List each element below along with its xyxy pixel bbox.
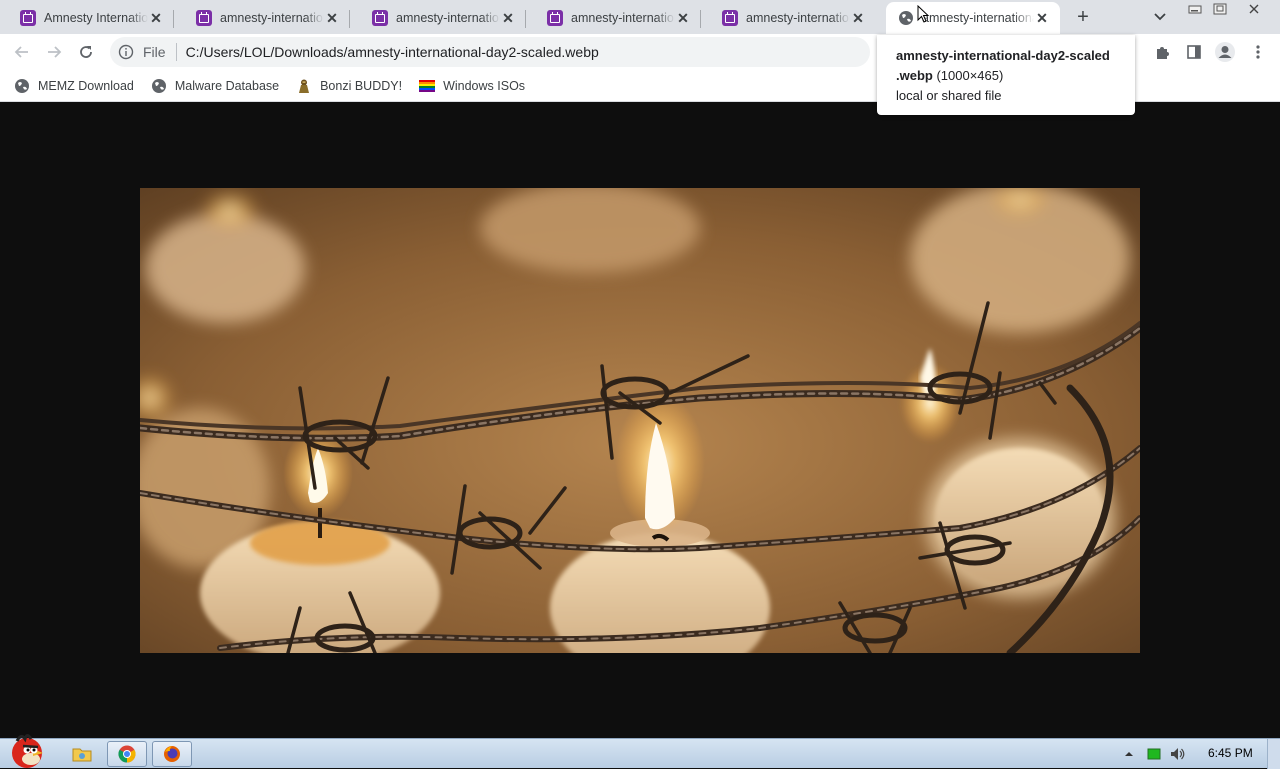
tab-close-icon[interactable]: ✕ bbox=[148, 10, 164, 26]
start-button[interactable] bbox=[2, 731, 50, 769]
calendar-favicon-icon bbox=[20, 10, 36, 26]
bookmark-bonzi-buddy[interactable]: Bonzi BUDDY! bbox=[296, 78, 402, 94]
mouse-cursor-icon bbox=[917, 5, 929, 23]
bookmark-memz-download[interactable]: MEMZ Download bbox=[14, 78, 134, 94]
bookmark-label: MEMZ Download bbox=[38, 78, 134, 93]
globe-favicon-icon bbox=[899, 11, 913, 25]
more-vertical-icon bbox=[1256, 45, 1260, 59]
tab-close-icon[interactable]: ✕ bbox=[500, 10, 516, 26]
tab-close-icon[interactable]: ✕ bbox=[324, 10, 340, 26]
tab-close-icon[interactable]: ✕ bbox=[675, 10, 691, 26]
forward-arrow-icon bbox=[48, 46, 62, 58]
taskbar-clock[interactable]: 6:45 PM bbox=[1208, 746, 1253, 760]
bookmark-label: Windows ISOs bbox=[443, 78, 526, 93]
tab-3[interactable]: amnesty-international ✕ bbox=[352, 2, 526, 34]
url-text[interactable]: C:/Users/LOL/Downloads/amnesty-internati… bbox=[186, 44, 599, 60]
bookmark-label: Malware Database bbox=[174, 78, 280, 93]
tab-1[interactable]: Amnesty Internationa ✕ bbox=[0, 2, 174, 34]
bookmark-windows-isos[interactable]: Windows ISOs bbox=[419, 78, 525, 94]
calendar-favicon-icon bbox=[372, 10, 388, 26]
tab-title: amnesty-international bbox=[746, 11, 850, 25]
tab-hover-tooltip: amnesty-international-day2-scaled .webp … bbox=[877, 35, 1135, 115]
info-icon[interactable] bbox=[118, 44, 134, 60]
tab-separator bbox=[173, 10, 174, 28]
bookmark-label: Bonzi BUDDY! bbox=[320, 78, 403, 93]
back-arrow-icon bbox=[14, 46, 28, 58]
side-panel-icon bbox=[1187, 45, 1201, 59]
globe-icon bbox=[15, 78, 29, 93]
minimize-icon[interactable] bbox=[1183, 0, 1207, 18]
tab-search-chevron-icon[interactable] bbox=[1150, 8, 1170, 26]
battery-icon[interactable] bbox=[1147, 745, 1161, 763]
windows-flag-icon bbox=[419, 79, 436, 92]
tab-title: amnesty-international bbox=[571, 11, 675, 25]
calendar-favicon-icon bbox=[722, 10, 738, 26]
tab-separator bbox=[349, 10, 350, 28]
bonzi-icon bbox=[299, 79, 310, 93]
explorer-icon bbox=[72, 748, 92, 762]
firefox-icon bbox=[164, 746, 180, 762]
restore-icon[interactable] bbox=[1208, 0, 1232, 18]
tab-close-icon[interactable]: ✕ bbox=[850, 10, 866, 26]
new-tab-button[interactable]: + bbox=[1072, 6, 1094, 28]
tab-6-active[interactable]: amnesty-international ✕ bbox=[886, 2, 1060, 34]
reload-button[interactable] bbox=[74, 40, 98, 64]
address-bar[interactable]: File C:/Users/LOL/Downloads/amnesty-inte… bbox=[110, 37, 870, 67]
tab-title: Amnesty Internationa bbox=[44, 11, 148, 25]
candles-barbed-wire-photo[interactable] bbox=[140, 188, 1140, 653]
tooltip-dimensions: (1000×465) bbox=[936, 68, 1004, 83]
taskbar-chrome[interactable] bbox=[107, 741, 147, 767]
tab-separator bbox=[700, 10, 701, 28]
tab-title: amnesty-international bbox=[220, 11, 324, 25]
forward-button[interactable] bbox=[42, 40, 66, 64]
puzzle-piece-icon bbox=[1157, 47, 1169, 59]
bookmark-malware-database[interactable]: Malware Database bbox=[151, 78, 279, 94]
url-scheme-label: File bbox=[143, 44, 166, 60]
taskbar-firefox[interactable] bbox=[152, 741, 192, 767]
volume-icon[interactable] bbox=[1170, 745, 1186, 763]
tab-title: amnesty-international bbox=[922, 11, 1034, 25]
menu-button[interactable] bbox=[1246, 40, 1270, 64]
tab-4[interactable]: amnesty-international ✕ bbox=[527, 2, 701, 34]
omnibox-divider bbox=[175, 43, 177, 61]
calendar-favicon-icon bbox=[547, 10, 563, 26]
tab-close-icon[interactable]: ✕ bbox=[1034, 10, 1050, 26]
calendar-favicon-icon bbox=[196, 10, 212, 26]
tab-strip: Amnesty Internationa ✕ amnesty-internati… bbox=[0, 0, 1280, 34]
angry-birds-start-icon bbox=[12, 734, 43, 768]
image-viewer bbox=[0, 103, 1280, 738]
extensions-button[interactable] bbox=[1150, 40, 1174, 64]
tab-title: amnesty-international bbox=[396, 11, 500, 25]
profile-button[interactable] bbox=[1213, 40, 1237, 64]
tooltip-file-type: local or shared file bbox=[896, 88, 1002, 103]
globe-icon bbox=[151, 78, 166, 93]
back-button[interactable] bbox=[10, 40, 34, 64]
windows-taskbar: 6:45 PM bbox=[0, 734, 1280, 769]
tooltip-filename: amnesty-international-day2-scaled bbox=[896, 48, 1110, 63]
side-panel-button[interactable] bbox=[1182, 40, 1206, 64]
avatar-icon bbox=[1215, 42, 1235, 62]
tooltip-extension: .webp bbox=[896, 68, 933, 83]
chrome-icon bbox=[118, 745, 136, 763]
close-window-icon[interactable] bbox=[1242, 0, 1266, 18]
tab-separator bbox=[525, 10, 526, 28]
tab-2[interactable]: amnesty-international ✕ bbox=[176, 2, 350, 34]
tab-5[interactable]: amnesty-international ✕ bbox=[702, 2, 876, 34]
reload-icon bbox=[80, 46, 92, 58]
taskbar-explorer[interactable] bbox=[62, 741, 102, 767]
tray-overflow-icon[interactable] bbox=[1124, 745, 1134, 763]
show-desktop-button[interactable] bbox=[1267, 739, 1280, 769]
